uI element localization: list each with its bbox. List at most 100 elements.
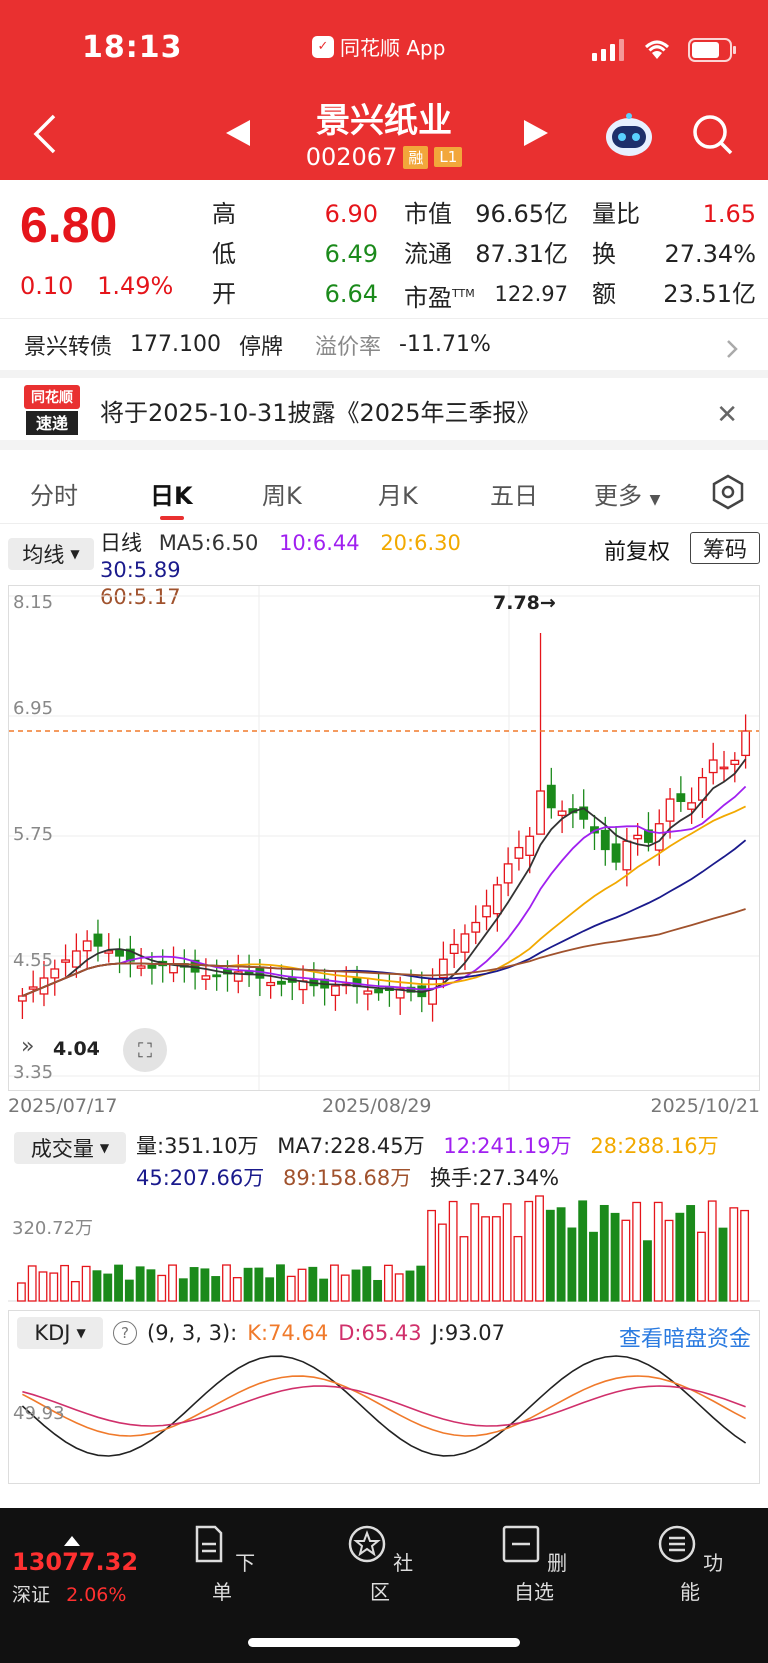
bond-name: 景兴转债	[24, 334, 113, 360]
candle-body	[28, 986, 38, 990]
ma-select-dropdown[interactable]: 均线 ▼	[8, 538, 94, 570]
bond-status: 停牌	[239, 334, 284, 360]
ma-select-label: 均线	[22, 543, 65, 567]
volume-bar	[675, 1212, 685, 1302]
mktcap-label: 市值	[404, 200, 452, 228]
community-button[interactable]: 社区	[340, 1524, 420, 1605]
search-icon[interactable]	[692, 114, 734, 156]
candle-body	[719, 766, 729, 770]
volume-bar	[481, 1216, 490, 1302]
candle-body	[61, 959, 71, 963]
quote-panel: 6.80 0.10 1.49% 高 6.90 低 6.49 开 6.64 市值 96.6…	[0, 180, 768, 318]
tab-five-day[interactable]: 五日	[490, 476, 538, 511]
volume-bar	[70, 1280, 80, 1302]
vol-value: 量:351.10万	[136, 1134, 259, 1158]
candle-body	[622, 840, 632, 871]
chip-distribution-button[interactable]: 筹码	[690, 532, 760, 564]
order-button[interactable]: 下单	[182, 1524, 262, 1605]
tab-daily-k[interactable]: 日K	[150, 476, 193, 511]
next-stock-icon[interactable]	[524, 120, 548, 146]
volume-bar	[599, 1204, 609, 1302]
open-label: 开	[212, 280, 236, 308]
tab-intraday[interactable]: 分时	[30, 476, 78, 511]
volume-bar	[27, 1265, 37, 1302]
caret-down-icon: ▼	[76, 1326, 86, 1340]
index-ticker[interactable]: 13077.32 深证 2.06%	[12, 1536, 138, 1607]
ma10-value: 10:6.44	[279, 531, 360, 555]
ma-legend-row: 均线 ▼ 日线 MA5:6.50 10:6.44 20:6.30 30:5.89…	[0, 526, 768, 609]
tab-monthly-k[interactable]: 月K	[378, 476, 418, 511]
ma20-value: 20:6.30	[380, 531, 461, 555]
tab-weekly-k[interactable]: 周K	[262, 476, 302, 511]
settings-icon[interactable]	[710, 474, 746, 510]
margin-tag: 融	[403, 145, 429, 169]
tab-more[interactable]: 更多 ▼	[594, 476, 660, 511]
change-percent: 1.49%	[97, 272, 174, 300]
price-change: 0.10 1.49%	[20, 272, 189, 300]
volume-bar	[92, 1270, 102, 1302]
candle-body	[665, 798, 675, 822]
volume-bar	[243, 1267, 253, 1302]
candle-body	[546, 784, 556, 809]
volume-bar	[329, 1264, 339, 1302]
kdj-panel[interactable]: KDJ ▼ ? (9, 3, 3): K:74.64 D:65.43 J:93.…	[8, 1310, 760, 1484]
kdj-select-dropdown[interactable]: KDJ ▼	[17, 1317, 103, 1349]
index-value: 13077.32	[12, 1548, 139, 1576]
close-icon[interactable]: ✕	[716, 400, 738, 430]
help-icon[interactable]: ?	[113, 1321, 137, 1345]
volume-bar	[81, 1265, 91, 1302]
volume-bar	[707, 1200, 717, 1302]
kdj-axis-label: 49.93	[13, 1403, 65, 1424]
wifi-icon	[644, 40, 670, 59]
index-name: 深证	[12, 1584, 51, 1606]
candle-body	[136, 965, 146, 969]
volume-select-dropdown[interactable]: 成交量 ▼	[14, 1132, 126, 1164]
volume-bar	[146, 1269, 156, 1302]
candle-body	[730, 759, 740, 765]
volume-bar	[416, 1265, 426, 1302]
candle-body	[93, 933, 103, 947]
candle-body	[363, 990, 373, 995]
y-label-3: 5.75	[13, 824, 54, 845]
high-label: 高	[212, 200, 236, 228]
y-label-top: 8.15	[13, 592, 54, 613]
volume-bar	[567, 1227, 577, 1302]
expand-left-icon[interactable]: »	[21, 1034, 34, 1059]
dark-pool-link[interactable]: 查看暗盘资金	[619, 1321, 751, 1353]
candle-body	[147, 964, 157, 969]
volume-bar	[740, 1209, 750, 1302]
turnover-label: 换	[592, 240, 616, 268]
volume-bar	[502, 1203, 512, 1302]
volume-bar	[729, 1207, 739, 1302]
earnings-notice[interactable]: 同花顺 速递 将于2025-10-31披露《2025年三季报》 ✕	[0, 380, 768, 450]
battery-icon	[688, 38, 736, 62]
volume-legend-row: 成交量 ▼ 量:351.10万 MA7:228.45万 12:241.19万 2…	[0, 1128, 768, 1190]
convertible-bond-row[interactable]: 景兴转债 177.100 停牌 溢价率 -11.71%	[0, 318, 768, 378]
fullscreen-icon[interactable]: ⛶	[123, 1028, 167, 1072]
candle-body	[525, 835, 535, 856]
volume-chart[interactable]: 320.72万	[8, 1192, 760, 1302]
ma30-value: 30:5.89	[100, 558, 181, 582]
volume-bar	[405, 1270, 415, 1302]
kdj-k: K:74.64	[247, 1321, 329, 1345]
robot-assistant-icon[interactable]	[604, 112, 654, 158]
vol-ma89: 89:158.68万	[282, 1166, 412, 1190]
volume-bar	[437, 1223, 447, 1302]
function-button[interactable]: 功能	[650, 1524, 730, 1605]
kline-chart[interactable]: 8.15 6.95 5.75 4.55 3.35 7.78→ 4.04 » ⛶	[8, 585, 760, 1091]
adjust-mode[interactable]: 前复权	[604, 534, 670, 566]
logo-line2: 速递	[36, 414, 68, 433]
float-label: 流通	[404, 240, 452, 268]
kdj-d: D:65.43	[338, 1321, 422, 1345]
vol-ma7: MA7:228.45万	[277, 1134, 425, 1158]
remove-watchlist-button[interactable]: 删自选	[494, 1524, 574, 1605]
volume-bar	[664, 1219, 674, 1302]
volume-svg	[8, 1195, 760, 1302]
ma5-value: MA5:6.50	[158, 531, 259, 555]
volume-bar	[168, 1264, 177, 1302]
volume-bar	[535, 1195, 544, 1302]
volume-bar	[696, 1231, 706, 1302]
volume-bar	[427, 1209, 437, 1302]
candle-body	[428, 978, 438, 1005]
turnover-value: 27.34%	[664, 240, 756, 268]
